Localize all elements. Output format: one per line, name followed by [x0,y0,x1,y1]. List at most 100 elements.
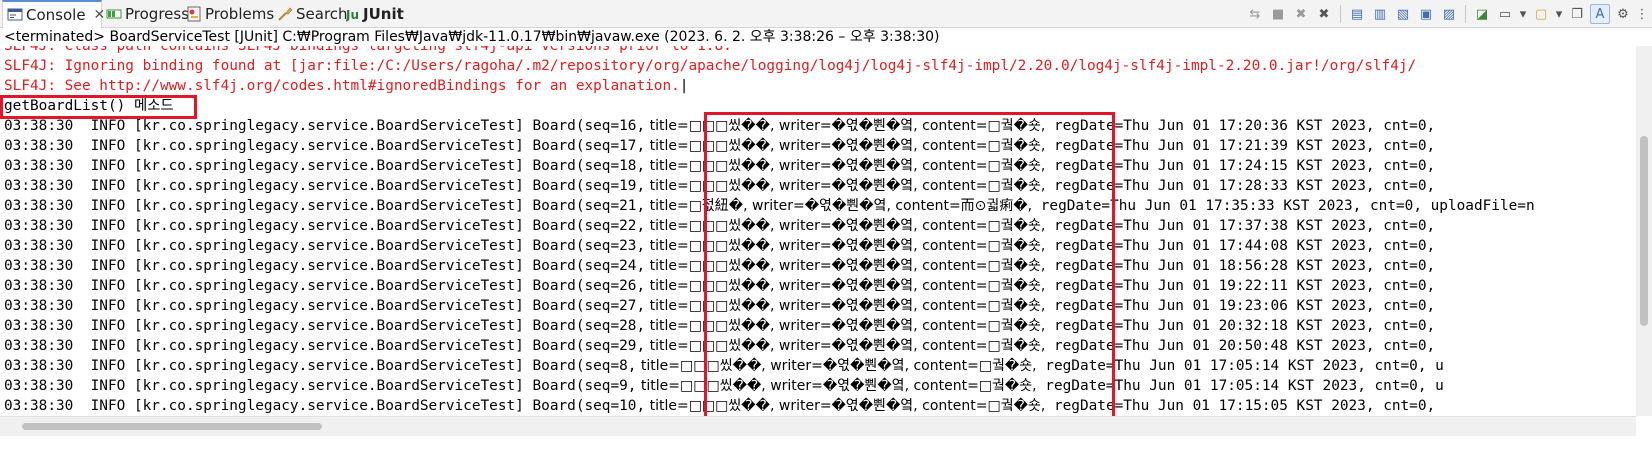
log-fields-garbled: title=□□□씼��, writer=�엯�뿬�옄, content=□궠�… [645,238,1046,254]
log-tail: regDate=Thu Jun 01 17:05:14 KST 2023, cn… [1036,378,1444,394]
log-tail: regDate=Thu Jun 01 17:37:38 KST 2023, cn… [1045,218,1436,234]
show-stdout-icon[interactable]: ▣ [1416,4,1436,24]
log-board: Board(seq=17, [532,138,646,154]
log-row: 03:38:30 INFO [kr.co.springlegacy.servic… [4,276,1435,296]
tab-label: Console [26,6,86,24]
tab-junit[interactable]: Ju JUnit [345,0,404,28]
log-prefix: 03:38:30 INFO [kr.co.springlegacy.servic… [4,238,533,254]
log-board: Board(seq=22, [532,218,646,234]
console-output[interactable]: SLF4J: Class path contains SLF4J binding… [0,46,1636,416]
tab-label: Search [296,5,348,23]
log-fields-garbled: title=□젒紐�, writer=�엯�뿬�옄, content=而⊙궓痢�… [645,198,1033,214]
log-prefix: 03:38:30 INFO [kr.co.springlegacy.servic… [4,338,533,354]
log-tail: regDate=Thu Jun 01 20:50:48 KST 2023, cn… [1045,338,1436,354]
log-row: 03:38:30 INFO [kr.co.springlegacy.servic… [4,156,1435,176]
log-prefix: 03:38:30 INFO [kr.co.springlegacy.servic… [4,358,533,374]
problems-icon [186,6,202,22]
log-row: 03:38:30 INFO [kr.co.springlegacy.servic… [4,296,1435,316]
tab-search[interactable]: Search [277,0,348,28]
copy-icon[interactable]: ❐ [1567,4,1587,24]
log-board: Board(seq=10, [532,398,646,414]
log-row: 03:38:30 INFO [kr.co.springlegacy.servic… [4,116,1435,136]
log-prefix: 03:38:30 INFO [kr.co.springlegacy.servic… [4,318,533,334]
scroll-thumb[interactable] [1640,136,1648,326]
horizontal-scrollbar[interactable] [0,416,1636,436]
log-fields-garbled: title=□□□씼��, writer=�엯�뿬�옄, content=□궠�… [645,398,1046,414]
log-tail: regDate=Thu Jun 01 18:56:28 KST 2023, cn… [1045,258,1436,274]
log-fields-garbled: title=□□□씼��, writer=�엯�뿬�옄, content=□궠�… [645,338,1046,354]
scroll-thumb[interactable] [22,423,322,430]
log-row: 03:38:30 INFO [kr.co.springlegacy.servic… [4,256,1435,276]
log-board: Board(seq=29, [532,338,646,354]
log-prefix: 03:38:30 INFO [kr.co.springlegacy.servic… [4,198,533,214]
close-icon[interactable]: ✕ [94,7,106,23]
disconnect-icon[interactable]: ⇆ [1245,4,1265,24]
log-fields-garbled: title=□□□씼��, writer=�엯�뿬�옄, content=□궠�… [636,358,1037,374]
log-row: 03:38:30 INFO [kr.co.springlegacy.servic… [4,356,1444,376]
log-board: Board(seq=19, [532,178,646,194]
log-fields-garbled: title=□□□씼��, writer=�엯�뿬�옄, content=□궠�… [645,118,1046,134]
remove-launch-icon[interactable]: ✖ [1291,4,1311,24]
log-fields-garbled: title=□□□씼��, writer=�엯�뿬�옄, content=□궠�… [636,378,1037,394]
log-row: 03:38:30 INFO [kr.co.springlegacy.servic… [4,396,1435,416]
log-tail: regDate=Thu Jun 01 20:32:18 KST 2023, cn… [1045,318,1436,334]
log-prefix: 03:38:30 INFO [kr.co.springlegacy.servic… [4,298,533,314]
new-console-dropdown-icon[interactable]: ▾ [1554,4,1564,24]
word-wrap-icon[interactable]: ▧ [1393,4,1413,24]
log-prefix: 03:38:30 INFO [kr.co.springlegacy.servic… [4,158,533,174]
scroll-lock-icon[interactable]: ▥ [1370,4,1390,24]
log-prefix: 03:38:30 INFO [kr.co.springlegacy.servic… [4,138,533,154]
log-board: Board(seq=18, [532,158,646,174]
log-prefix: 03:38:30 INFO [kr.co.springlegacy.servic… [4,378,533,394]
console-line-slf4j: SLF4J: Ignoring binding found at [jar:fi… [4,58,1417,74]
log-tail: regDate=Thu Jun 01 17:15:05 KST 2023, cn… [1045,398,1436,414]
log-board: Board(seq=28, [532,318,646,334]
log-prefix: 03:38:30 INFO [kr.co.springlegacy.servic… [4,258,533,274]
tab-progress[interactable]: Progress [106,0,189,28]
vertical-scrollbar[interactable] [1636,46,1652,416]
ansi-icon[interactable]: A [1590,4,1610,24]
log-fields-garbled: title=□□□씼��, writer=�엯�뿬�옄, content=□궠�… [645,158,1046,174]
tab-label: Progress [125,5,190,23]
show-stderr-icon[interactable]: ▨ [1439,4,1459,24]
log-fields-garbled: title=□□□씼��, writer=�엯�뿬�옄, content=□궠�… [645,278,1046,294]
log-tail: regDate=Thu Jun 01 17:35:33 KST 2023, cn… [1032,198,1535,214]
toolbar-separator [1465,5,1466,23]
log-tail: regDate=Thu Jun 01 17:44:08 KST 2023, cn… [1045,238,1436,254]
log-prefix: 03:38:30 INFO [kr.co.springlegacy.servic… [4,398,533,414]
log-row: 03:38:30 INFO [kr.co.springlegacy.servic… [4,316,1435,336]
terminate-icon[interactable]: ■ [1268,4,1288,24]
log-tail: regDate=Thu Jun 01 17:21:39 KST 2023, cn… [1045,138,1436,154]
display-selected-icon[interactable]: ▭ [1495,4,1515,24]
log-board: Board(seq=26, [532,278,646,294]
view-tab-bar: Console ✕ Progress Problems Search Ju JU… [0,0,1652,28]
tab-console[interactable]: Console ✕ [2,0,105,28]
log-fields-garbled: title=□□□씼��, writer=�엯�뿬�옄, content=□궠�… [645,138,1046,154]
log-prefix: 03:38:30 INFO [kr.co.springlegacy.servic… [4,118,533,134]
settings-icon[interactable]: ⚙ [1613,4,1633,24]
new-console-icon[interactable]: ▢ [1531,4,1551,24]
log-fields-garbled: title=□□□씼��, writer=�엯�뿬�옄, content=□궠�… [645,258,1046,274]
log-prefix: 03:38:30 INFO [kr.co.springlegacy.servic… [4,178,533,194]
tab-problems[interactable]: Problems [186,0,274,28]
console-line-clipped: SLF4J: Class path contains SLF4J binding… [4,46,732,54]
display-dropdown-icon[interactable]: ▾ [1518,4,1528,24]
progress-icon [106,6,122,22]
clear-console-icon[interactable]: ▤ [1347,4,1367,24]
log-tail: regDate=Thu Jun 01 17:20:36 KST 2023, cn… [1045,118,1436,134]
tab-label: Problems [205,5,275,23]
log-prefix: 03:38:30 INFO [kr.co.springlegacy.servic… [4,218,533,234]
remove-all-icon[interactable]: ✖ [1314,4,1334,24]
junit-icon: Ju [345,6,360,22]
log-fields-garbled: title=□□□씼��, writer=�엯�뿬�옄, content=□궠�… [645,318,1046,334]
search-icon [277,6,293,22]
console-icon [7,7,23,23]
log-board: Board(seq=21, [532,198,646,214]
log-tail: regDate=Thu Jun 01 17:05:14 KST 2023, cn… [1036,358,1444,374]
log-tail: regDate=Thu Jun 01 17:24:15 KST 2023, cn… [1045,158,1436,174]
pin-console-icon[interactable]: ◪ [1472,4,1492,24]
view-menu-icon[interactable]: ⋮ [1636,4,1649,24]
console-line-slf4j: SLF4J: See http://www.slf4j.org/codes.ht… [4,76,688,96]
log-row: 03:38:30 INFO [kr.co.springlegacy.servic… [4,236,1435,256]
log-tail: regDate=Thu Jun 01 17:28:33 KST 2023, cn… [1045,178,1436,194]
